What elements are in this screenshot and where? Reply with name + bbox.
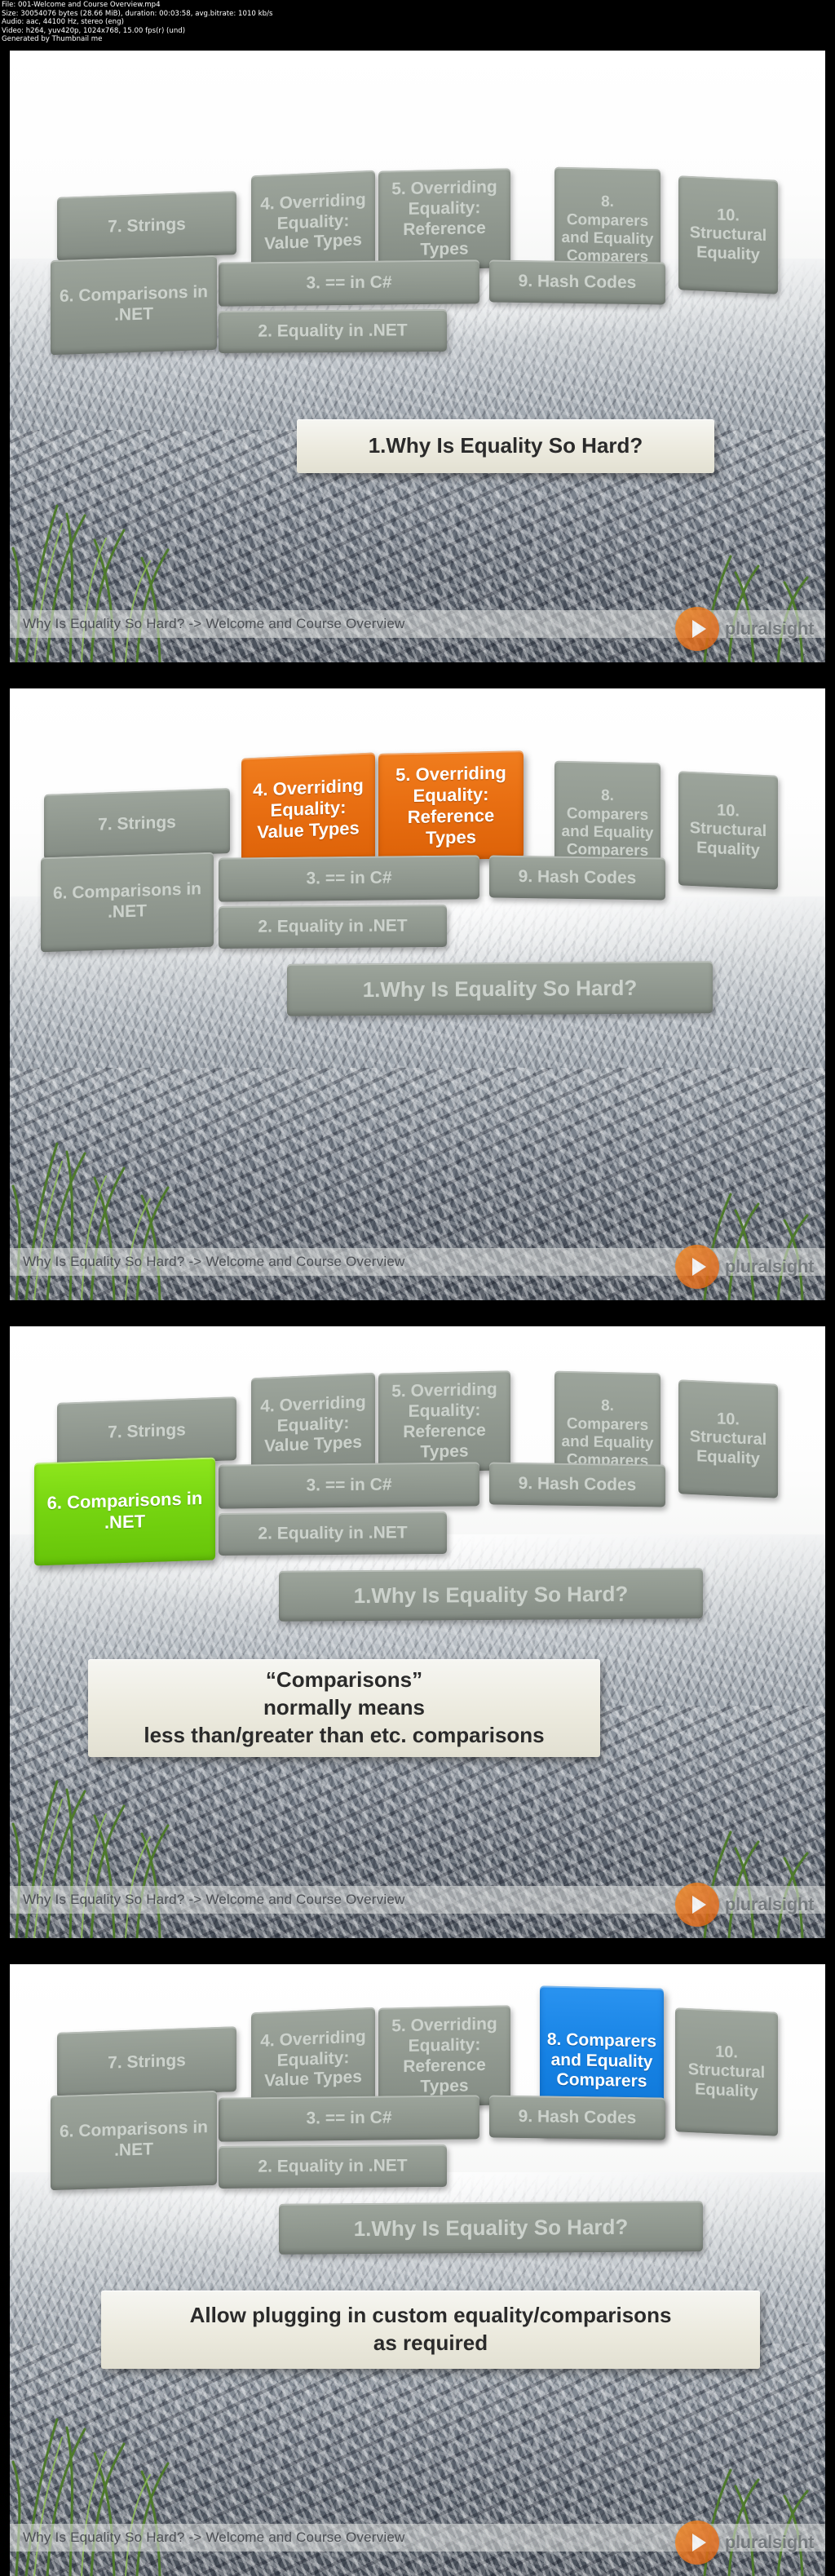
module-brick-5[interactable]: 5. Overriding Equality: Reference Types xyxy=(378,168,510,271)
slide-scene: 4. Overriding Equality: Value Types 5. O… xyxy=(10,1964,825,2576)
pluralsight-wordmark: pluralsight xyxy=(724,2532,814,2552)
module-brick-2[interactable]: 2. Equality in .NET xyxy=(219,1512,447,1556)
module-brick-9[interactable]: 9. Hash Codes xyxy=(489,259,665,305)
thumbnail-contact-sheet: 4. Overriding Equality: Value Types 5. O… xyxy=(0,44,835,2576)
module-brick-1[interactable]: 1.Why Is Equality So Hard? xyxy=(287,961,713,1016)
thumbnail-frame-1[interactable]: 4. Overriding Equality: Value Types 5. O… xyxy=(10,51,825,662)
thumbnail-frame-2[interactable]: 4. Overriding Equality: Value Types 5. O… xyxy=(10,688,825,1300)
module-brick-4[interactable]: 4. Overriding Equality: Value Types xyxy=(251,1372,375,1478)
module-wall: 4. Overriding Equality: Value Types 5. O… xyxy=(10,51,825,662)
module-brick-5[interactable]: 5. Overriding Equality: Reference Types xyxy=(378,750,524,861)
module-brick-10[interactable]: 10. Structural Equality xyxy=(678,175,778,294)
slide-scene: 4. Overriding Equality: Value Types 5. O… xyxy=(10,51,825,662)
featured-module-callout-1[interactable]: 1.Why Is Equality So Hard? xyxy=(297,419,714,473)
module-brick-3[interactable]: 3. == in C# xyxy=(219,259,479,307)
module-brick-10[interactable]: 10. Structural Equality xyxy=(678,771,778,890)
slide-scene: 4. Overriding Equality: Value Types 5. O… xyxy=(10,688,825,1300)
pluralsight-watermark-2: pluralsight xyxy=(674,1245,814,1289)
metadata-video-line: Video: h264, yuv420p, 1024x768, 15.00 fp… xyxy=(2,26,186,35)
module-brick-2[interactable]: 2. Equality in .NET xyxy=(219,905,447,949)
video-metadata-header: File: 001-Welcome and Course Overview.mp… xyxy=(0,0,835,44)
slide-callout-4[interactable]: Allow plugging in custom equality/compar… xyxy=(101,2291,760,2369)
thumbnail-frame-4[interactable]: 4. Overriding Equality: Value Types 5. O… xyxy=(10,1964,825,2576)
module-brick-5[interactable]: 5. Overriding Equality: Reference Types xyxy=(378,1370,510,1473)
module-brick-9[interactable]: 9. Hash Codes xyxy=(489,855,665,901)
module-wall: 4. Overriding Equality: Value Types 5. O… xyxy=(10,688,825,1300)
module-brick-1[interactable]: 1.Why Is Equality So Hard? xyxy=(279,2201,703,2255)
module-brick-3[interactable]: 3. == in C# xyxy=(219,855,479,902)
pluralsight-watermark-1: pluralsight xyxy=(674,607,814,651)
module-brick-3[interactable]: 3. == in C# xyxy=(219,1462,479,1509)
module-brick-9[interactable]: 9. Hash Codes xyxy=(489,2095,665,2140)
module-brick-7[interactable]: 7. Strings xyxy=(57,191,236,261)
metadata-size-line: Size: 30054076 bytes (28.66 MiB), durati… xyxy=(2,9,273,18)
metadata-file-line: File: 001-Welcome and Course Overview.mp… xyxy=(2,1,161,9)
play-triangle-icon xyxy=(674,1245,719,1289)
module-brick-10[interactable]: 10. Structural Equality xyxy=(675,2007,778,2136)
module-brick-4[interactable]: 4. Overriding Equality: Value Types xyxy=(251,170,375,276)
play-triangle-icon xyxy=(674,607,719,651)
metadata-generator-line: Generated by Thumbnail me xyxy=(2,35,103,44)
module-brick-7[interactable]: 7. Strings xyxy=(57,2026,236,2098)
module-brick-3[interactable]: 3. == in C# xyxy=(219,2095,479,2142)
play-triangle-icon xyxy=(674,2521,719,2565)
module-brick-6[interactable]: 6. Comparisons in .NET xyxy=(51,255,217,356)
pluralsight-wordmark: pluralsight xyxy=(724,1894,814,1914)
module-wall: 4. Overriding Equality: Value Types 5. O… xyxy=(10,1964,825,2576)
module-brick-5[interactable]: 5. Overriding Equality: Reference Types xyxy=(378,2005,510,2108)
pluralsight-wordmark: pluralsight xyxy=(724,1256,814,1277)
module-brick-7[interactable]: 7. Strings xyxy=(57,1396,236,1467)
pluralsight-watermark-3: pluralsight xyxy=(674,1883,814,1927)
module-brick-6[interactable]: 6. Comparisons in .NET xyxy=(41,852,214,953)
module-brick-9[interactable]: 9. Hash Codes xyxy=(489,1462,665,1507)
module-brick-2[interactable]: 2. Equality in .NET xyxy=(219,2144,447,2189)
module-brick-10[interactable]: 10. Structural Equality xyxy=(678,1379,778,1498)
thumbnail-frame-3[interactable]: 4. Overriding Equality: Value Types 5. O… xyxy=(10,1326,825,1938)
pluralsight-watermark-4: pluralsight xyxy=(674,2521,814,2565)
module-brick-1[interactable]: 1.Why Is Equality So Hard? xyxy=(279,1568,703,1622)
module-brick-4[interactable]: 4. Overriding Equality: Value Types xyxy=(241,752,375,866)
metadata-audio-line: Audio: aac, 44100 Hz, stereo (eng) xyxy=(2,18,124,27)
module-wall: 4. Overriding Equality: Value Types 5. O… xyxy=(10,1326,825,1938)
play-triangle-icon xyxy=(674,1883,719,1927)
module-brick-6[interactable]: 6. Comparisons in .NET xyxy=(34,1457,215,1566)
module-brick-7[interactable]: 7. Strings xyxy=(44,788,230,860)
slide-callout-3[interactable]: “Comparisons” normally means less than/g… xyxy=(88,1659,600,1757)
module-brick-6[interactable]: 6. Comparisons in .NET xyxy=(51,2090,217,2191)
module-brick-2[interactable]: 2. Equality in .NET xyxy=(219,309,447,353)
slide-scene: 4. Overriding Equality: Value Types 5. O… xyxy=(10,1326,825,1938)
pluralsight-wordmark: pluralsight xyxy=(724,618,814,639)
